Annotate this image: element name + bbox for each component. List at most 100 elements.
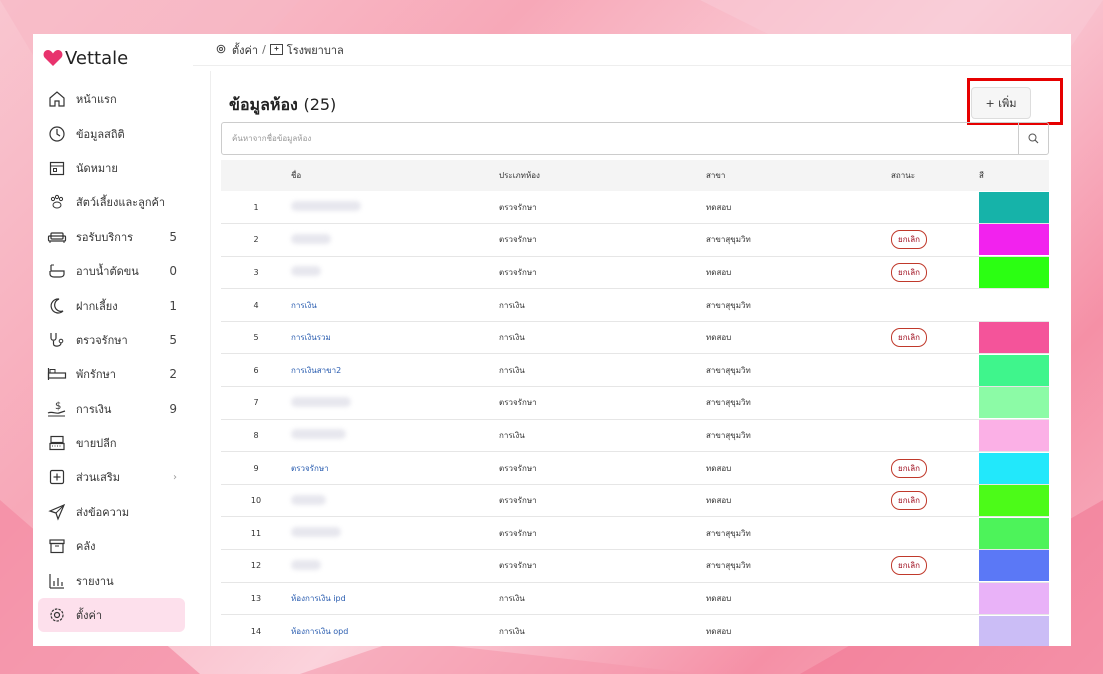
row-name[interactable]: การเงิน <box>291 289 499 322</box>
row-name[interactable]: ตรวจรักษา <box>291 452 499 485</box>
row-name[interactable] <box>291 387 499 420</box>
color-swatch <box>979 387 1049 419</box>
sidebar-item-sofa[interactable]: รอรับบริการ 5 <box>38 220 185 254</box>
table-row[interactable]: 9 ตรวจรักษา ตรวจรักษา ทดสอบ ยกเลิก <box>221 452 1049 485</box>
table-row[interactable]: 14 ห้องการเงิน opd การเงิน ทดสอบ <box>221 615 1049 646</box>
sidebar-item-label: นัดหมาย <box>76 161 118 175</box>
row-branch: ทดสอบ <box>706 333 732 343</box>
col-header-name[interactable]: ชื่อ <box>291 160 499 191</box>
row-number: 1 <box>253 202 259 212</box>
sidebar-item-label: คลัง <box>76 540 96 554</box>
table-row[interactable]: 1 ตรวจรักษา ทดสอบ <box>221 191 1049 224</box>
search-button[interactable] <box>1018 123 1048 154</box>
table-row[interactable]: 13 ห้องการเงิน ipd การเงิน ทดสอบ <box>221 582 1049 615</box>
logo-text: Vettale <box>65 48 129 69</box>
archive-icon <box>47 536 67 556</box>
row-type: การเงิน <box>499 300 525 310</box>
search-input[interactable] <box>222 123 1018 154</box>
col-header-status[interactable]: สถานะ <box>891 160 979 191</box>
row-branch: ทดสอบ <box>706 202 732 212</box>
row-name[interactable] <box>291 224 499 257</box>
breadcrumb-settings[interactable]: ตั้งค่า <box>232 41 258 59</box>
row-type: ตรวจรักษา <box>499 463 537 473</box>
row-name-link[interactable]: การเงินสาขา2 <box>291 366 341 375</box>
table-row[interactable]: 7 ตรวจรักษา สาขาสุขุมวิท <box>221 387 1049 420</box>
row-status: ยกเลิก <box>891 256 979 289</box>
row-status: ยกเลิก <box>891 550 979 583</box>
sidebar-item-stethoscope[interactable]: ตรวจรักษา 5 <box>38 323 185 357</box>
sidebar-item-moon[interactable]: ฝากเลี้ยง 1 <box>38 288 185 322</box>
moon-icon <box>47 296 67 316</box>
row-branch: สาขาสุขุมวิท <box>706 300 751 310</box>
sidebar-item-stats[interactable]: ข้อมูลสถิติ <box>38 116 185 150</box>
redacted-name <box>291 201 361 212</box>
row-name[interactable]: ห้องการเงิน ipd <box>291 582 499 615</box>
sidebar-item-bed[interactable]: พักรักษา 2 <box>38 357 185 391</box>
row-name-link[interactable]: การเงิน <box>291 301 317 310</box>
row-name[interactable]: ห้องการเงิน opd <box>291 615 499 646</box>
table-row[interactable]: 11 ตรวจรักษา สาขาสุขุมวิท <box>221 517 1049 550</box>
col-header-branch[interactable]: สาขา <box>706 160 891 191</box>
row-name[interactable] <box>291 484 499 517</box>
row-name-link[interactable]: ตรวจรักษา <box>291 464 329 473</box>
row-name-link[interactable]: ห้องการเงิน opd <box>291 627 348 636</box>
color-swatch <box>979 419 1049 451</box>
row-name[interactable]: การเงินสาขา2 <box>291 354 499 387</box>
sidebar-item-calendar[interactable]: นัดหมาย <box>38 151 185 185</box>
row-name[interactable]: การเงินรวม <box>291 321 499 354</box>
col-header-number <box>221 160 291 191</box>
col-header-color[interactable]: สี <box>979 160 1049 191</box>
color-swatch <box>979 615 1049 646</box>
sidebar-item-label: พักรักษา <box>76 368 116 382</box>
page-title-text: ข้อมูลห้อง <box>229 95 298 114</box>
table-row[interactable]: 12 ตรวจรักษา สาขาสุขุมวิท ยกเลิก <box>221 550 1049 583</box>
row-name[interactable] <box>291 419 499 452</box>
redacted-name <box>291 396 351 407</box>
row-status: ยกเลิก <box>891 452 979 485</box>
table-row[interactable]: 8 การเงิน สาขาสุขุมวิท <box>221 419 1049 452</box>
sidebar-item-report[interactable]: รายงาน <box>38 563 185 597</box>
row-name[interactable] <box>291 550 499 583</box>
table-row[interactable]: 3 ตรวจรักษา ทดสอบ ยกเลิก <box>221 256 1049 289</box>
sidebar-item-label: หน้าแรก <box>76 93 117 107</box>
sidebar-item-bathtub[interactable]: อาบน้ำตัดขน 0 <box>38 254 185 288</box>
sidebar-item-archive[interactable]: คลัง <box>38 529 185 563</box>
row-status: ยกเลิก <box>891 224 979 257</box>
table-row[interactable]: 2 ตรวจรักษา สาขาสุขุมวิท ยกเลิก <box>221 224 1049 257</box>
chevron-right-icon: › <box>173 471 177 483</box>
stats-icon <box>47 124 67 144</box>
sidebar-item-home[interactable]: หน้าแรก <box>38 82 185 116</box>
paw-icon <box>47 192 67 212</box>
row-status <box>891 387 979 420</box>
sidebar-item-count: 5 <box>169 332 177 347</box>
table-row[interactable]: 6 การเงินสาขา2 การเงิน สาขาสุขุมวิท <box>221 354 1049 387</box>
col-header-type[interactable]: ประเภทห้อง <box>499 160 706 191</box>
row-name[interactable] <box>291 191 499 224</box>
row-branch: สาขาสุขุมวิท <box>706 528 751 538</box>
color-swatch <box>979 582 1049 614</box>
row-type: ตรวจรักษา <box>499 561 537 571</box>
table-row[interactable]: 4 การเงิน การเงิน สาขาสุขุมวิท <box>221 289 1049 322</box>
send-icon <box>47 502 67 522</box>
sidebar-item-register[interactable]: ขายปลีก <box>38 426 185 460</box>
gear-icon <box>47 605 67 625</box>
sidebar-item-money[interactable]: $ การเงิน 9 <box>38 392 185 426</box>
table-row[interactable]: 10 ตรวจรักษา ทดสอบ ยกเลิก <box>221 484 1049 517</box>
row-name-link[interactable]: การเงินรวม <box>291 333 331 342</box>
sidebar-item-send[interactable]: ส่งข้อความ <box>38 495 185 529</box>
row-name-link[interactable]: ห้องการเงิน ipd <box>291 594 346 603</box>
search-bar <box>221 122 1049 155</box>
table-row[interactable]: 5 การเงินรวม การเงิน ทดสอบ ยกเลิก <box>221 321 1049 354</box>
redacted-name <box>291 266 321 277</box>
row-color <box>979 321 1049 354</box>
sidebar-item-paw[interactable]: สัตว์เลี้ยงและลูกค้า <box>38 185 185 219</box>
row-color <box>979 452 1049 485</box>
row-name[interactable] <box>291 517 499 550</box>
row-number: 10 <box>250 496 262 506</box>
row-name[interactable] <box>291 256 499 289</box>
sidebar-item-gear[interactable]: ตั้งค่า <box>38 597 185 633</box>
row-branch: ทดสอบ <box>706 626 732 636</box>
svg-text:$: $ <box>55 401 61 412</box>
logo[interactable]: Vettale <box>43 48 128 69</box>
sidebar-item-plus-box[interactable]: ส่วนเสริม › <box>38 460 185 494</box>
